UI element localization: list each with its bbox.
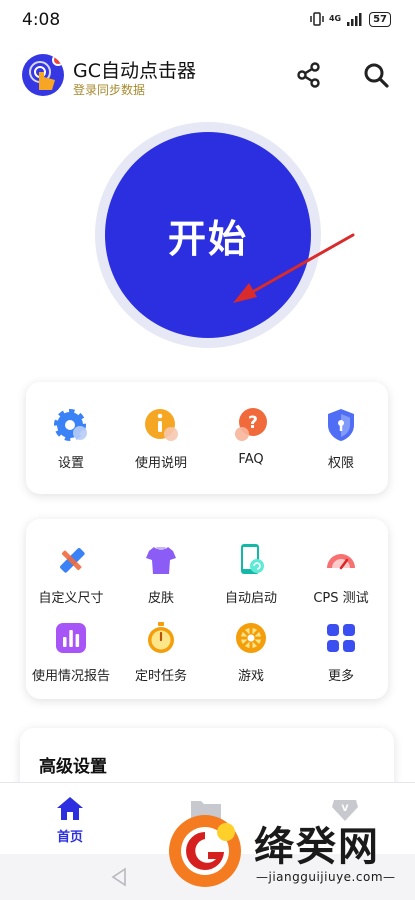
phone-sync-icon xyxy=(232,541,270,579)
grid-icon xyxy=(322,619,360,657)
tshirt-icon xyxy=(142,541,180,579)
notification-dot xyxy=(52,54,64,66)
status-icons: 4G 57 xyxy=(310,11,391,27)
shield-icon xyxy=(322,406,360,444)
usage-report-label: 使用情况报告 xyxy=(31,669,110,684)
faq-label: FAQ xyxy=(238,452,264,467)
network-label: 4G xyxy=(328,14,342,23)
gear-icon xyxy=(52,406,90,444)
bar-chart-icon xyxy=(52,619,90,657)
home-icon xyxy=(57,797,83,820)
more-item[interactable]: 更多 xyxy=(296,619,386,684)
app-header: GC自动点击器 登录同步数据 xyxy=(0,40,415,112)
instructions-item[interactable]: 使用说明 xyxy=(116,406,206,471)
instructions-label: 使用说明 xyxy=(134,456,187,471)
more-label: 更多 xyxy=(327,669,354,684)
skin-item[interactable]: 皮肤 xyxy=(116,541,206,606)
watermark-brand: 绛癸网 xyxy=(254,823,380,870)
game-label: 游戏 xyxy=(237,669,264,684)
status-bar: 4:08 4G 57 xyxy=(0,0,415,40)
app-title: GC自动点击器 xyxy=(73,60,196,82)
quick-actions-card: 设置 使用说明 ? FAQ 权限 xyxy=(26,382,388,494)
main-content: 开始 设置 使用说明 ? FAQ 权限 自定义尺寸 皮肤 自动启动 CPS 测试… xyxy=(0,112,415,848)
permissions-label: 权限 xyxy=(327,456,354,471)
app-logo xyxy=(22,54,64,96)
cps-test-label: CPS 测试 xyxy=(313,591,369,606)
game-wheel-icon xyxy=(232,619,270,657)
watermark-logo-icon xyxy=(169,815,241,887)
scheduled-task-item[interactable]: 定时任务 xyxy=(116,619,206,684)
battery-indicator: 57 xyxy=(369,11,391,27)
skin-label: 皮肤 xyxy=(147,591,174,606)
stopwatch-icon xyxy=(142,619,180,657)
permissions-item[interactable]: 权限 xyxy=(296,406,386,471)
settings-item[interactable]: 设置 xyxy=(26,406,116,471)
custom-size-item[interactable]: 自定义尺寸 xyxy=(26,541,116,606)
ruler-pencil-icon xyxy=(52,541,90,579)
auto-start-label: 自动启动 xyxy=(224,591,277,606)
custom-size-label: 自定义尺寸 xyxy=(38,591,104,606)
vibrate-icon xyxy=(310,12,324,26)
features-card: 自定义尺寸 皮肤 自动启动 CPS 测试 使用情况报告 定时任务 游戏 更多 xyxy=(26,519,388,699)
svg-text:?: ? xyxy=(248,413,258,433)
annotation-arrow xyxy=(233,233,355,303)
auto-start-item[interactable]: 自动启动 xyxy=(206,541,296,606)
nav-home-tab[interactable]: 首页 xyxy=(44,795,96,845)
advanced-settings-title: 高级设置 xyxy=(39,757,107,777)
info-icon xyxy=(142,406,180,444)
login-sync-link[interactable]: 登录同步数据 xyxy=(73,81,145,98)
cps-test-item[interactable]: CPS 测试 xyxy=(296,541,386,606)
settings-label: 设置 xyxy=(57,456,84,471)
share-button[interactable] xyxy=(292,58,326,92)
share-icon xyxy=(297,62,320,88)
search-button[interactable] xyxy=(359,58,393,92)
watermark-url: —jiangguijiuye.com— xyxy=(256,870,396,884)
back-triangle-icon[interactable] xyxy=(110,867,128,887)
scheduled-task-label: 定时任务 xyxy=(134,669,187,684)
usage-report-item[interactable]: 使用情况报告 xyxy=(26,619,116,684)
signal-icon xyxy=(347,13,362,26)
nav-home-label: 首页 xyxy=(56,830,83,845)
game-item[interactable]: 游戏 xyxy=(206,619,296,684)
watermark: 绛癸网 —jiangguijiuye.com— xyxy=(160,808,410,898)
faq-item[interactable]: ? FAQ xyxy=(206,406,296,467)
question-icon: ? xyxy=(232,406,270,444)
search-icon xyxy=(364,63,389,88)
status-time: 4:08 xyxy=(22,10,61,30)
speedometer-icon xyxy=(322,541,360,579)
